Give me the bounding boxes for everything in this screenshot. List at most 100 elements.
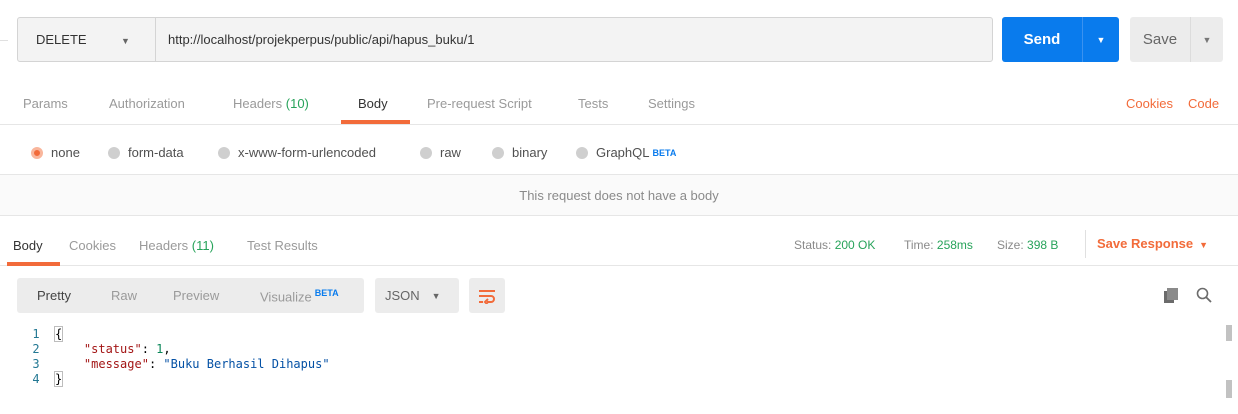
response-toolbar: Pretty Raw Preview Visualize BETA JSON ▼ (0, 266, 1238, 322)
size-label: Size: (997, 238, 1024, 252)
method-select[interactable]: DELETE ▼ (18, 18, 156, 61)
scrollbar-thumb[interactable] (1226, 380, 1232, 398)
tab-headers[interactable]: Headers (10) (233, 96, 309, 111)
radio-none-label: none (51, 145, 80, 160)
divider (1085, 230, 1086, 258)
response-body-editor[interactable]: 1{ 2 "status": 1, 3 "message": "Buku Ber… (17, 322, 1232, 414)
open-brace: { (53, 326, 64, 342)
chevron-down-icon: ▼ (431, 290, 441, 301)
tab-body[interactable]: Body (358, 96, 388, 111)
chevron-down-icon: ▼ (1202, 34, 1212, 45)
view-raw[interactable]: Raw (111, 288, 137, 303)
response-headers-count: (11) (191, 238, 214, 253)
view-visualize[interactable]: Visualize BETA (260, 288, 339, 304)
tab-settings[interactable]: Settings (648, 96, 695, 111)
view-preview[interactable]: Preview (173, 288, 219, 303)
response-tab-cookies[interactable]: Cookies (69, 238, 116, 253)
code-line: 2 "status": 1, (17, 342, 1207, 357)
format-label: JSON (385, 288, 420, 303)
save-button[interactable]: Save (1130, 17, 1190, 62)
chevron-down-icon: ▼ (1199, 240, 1209, 250)
format-select[interactable]: JSON ▼ (375, 278, 459, 313)
status-label: Status: (794, 238, 832, 252)
tab-prerequest-script[interactable]: Pre-request Script (427, 96, 532, 111)
radio-graphql-label: GraphQL (596, 145, 650, 160)
response-tab-test-results[interactable]: Test Results (247, 238, 318, 253)
url-group: DELETE ▼ http://localhost/projekperpus/p… (17, 17, 993, 62)
copy-icon[interactable] (1163, 288, 1179, 304)
method-label: DELETE (36, 32, 87, 47)
body-type-options: none form-data x-www-form-urlencoded raw… (0, 125, 1238, 175)
radio-raw[interactable]: raw (420, 145, 461, 160)
divider (0, 40, 8, 41)
send-group: Send ▼ (1002, 17, 1119, 62)
request-tabs: Params Authorization Headers (10) Body P… (0, 78, 1238, 125)
radio-raw-label: raw (440, 145, 461, 160)
json-key: "status" (83, 342, 142, 356)
radio-icon (576, 146, 588, 159)
code-text: "message": "Buku Berhasil Dihapus" (83, 357, 330, 371)
response-time: Time: 258ms (904, 238, 973, 252)
search-icon[interactable] (1196, 287, 1212, 303)
send-options-button[interactable]: ▼ (1082, 17, 1119, 62)
response-tab-headers-label: Headers (139, 238, 189, 253)
response-tab-body[interactable]: Body (13, 238, 43, 253)
save-group: Save ▼ (1130, 17, 1223, 62)
response-status: Status: 200 OK (794, 238, 875, 252)
code-text: { (53, 326, 64, 342)
json-key: "message" (83, 357, 149, 371)
tab-params[interactable]: Params (23, 96, 68, 111)
response-tab-headers[interactable]: Headers (11) (139, 238, 214, 253)
url-input[interactable]: http://localhost/projekperpus/public/api… (156, 18, 992, 61)
response-size: Size: 398 B (997, 238, 1058, 252)
radio-icon (420, 146, 432, 159)
scrollbar-thumb[interactable] (1226, 325, 1232, 341)
no-body-message: This request does not have a body (519, 187, 719, 203)
no-body-panel: This request does not have a body (0, 175, 1238, 216)
code-text: } (53, 371, 64, 387)
response-tabs: Body Cookies Headers (11) Test Results S… (0, 216, 1238, 266)
active-tab-indicator (341, 120, 410, 124)
radio-none[interactable]: none (31, 145, 80, 160)
url-text: http://localhost/projekperpus/public/api… (168, 32, 475, 47)
radio-binary[interactable]: binary (492, 145, 547, 160)
code-line: 1{ (17, 326, 1207, 342)
line-number: 3 (32, 357, 40, 371)
tab-headers-label: Headers (233, 96, 283, 111)
beta-badge: BETA (314, 288, 339, 298)
tab-authorization[interactable]: Authorization (109, 96, 185, 111)
view-mode-group: Pretty Raw Preview Visualize BETA (17, 278, 364, 313)
close-brace: } (53, 371, 64, 387)
radio-urlencoded[interactable]: x-www-form-urlencoded (218, 145, 376, 160)
tab-tests[interactable]: Tests (578, 96, 608, 111)
time-value: 258ms (936, 238, 973, 252)
radio-icon (108, 146, 120, 159)
radio-binary-label: binary (512, 145, 548, 160)
view-pretty[interactable]: Pretty (37, 288, 71, 303)
line-number: 4 (32, 372, 40, 386)
cookies-link[interactable]: Cookies (1126, 96, 1173, 111)
save-options-button[interactable]: ▼ (1190, 17, 1223, 62)
save-response-button[interactable]: Save Response ▼ (1097, 236, 1208, 251)
json-value: 1 (156, 342, 164, 356)
view-visualize-label: Visualize (260, 289, 312, 305)
code-link[interactable]: Code (1188, 96, 1219, 111)
wrap-lines-icon (479, 289, 495, 304)
save-response-label: Save Response (1097, 236, 1194, 251)
radio-graphql[interactable]: GraphQL BETA (576, 145, 676, 160)
chevron-down-icon: ▼ (1096, 34, 1106, 45)
beta-badge: BETA (652, 147, 677, 158)
code-text: "status": 1, (83, 342, 171, 356)
line-number: 1 (32, 327, 40, 341)
time-label: Time: (904, 238, 934, 252)
request-bar: DELETE ▼ http://localhost/projekperpus/p… (0, 0, 1238, 78)
size-value: 398 B (1027, 238, 1059, 252)
wrap-lines-button[interactable] (469, 278, 505, 313)
radio-form-data[interactable]: form-data (108, 145, 184, 160)
send-button[interactable]: Send (1002, 17, 1082, 62)
radio-icon (492, 146, 504, 159)
code-line: 4} (17, 371, 1207, 387)
status-value: 200 OK (834, 238, 876, 252)
json-value: "Buku Berhasil Dihapus" (163, 357, 330, 371)
radio-urlencoded-label: x-www-form-urlencoded (238, 145, 376, 160)
